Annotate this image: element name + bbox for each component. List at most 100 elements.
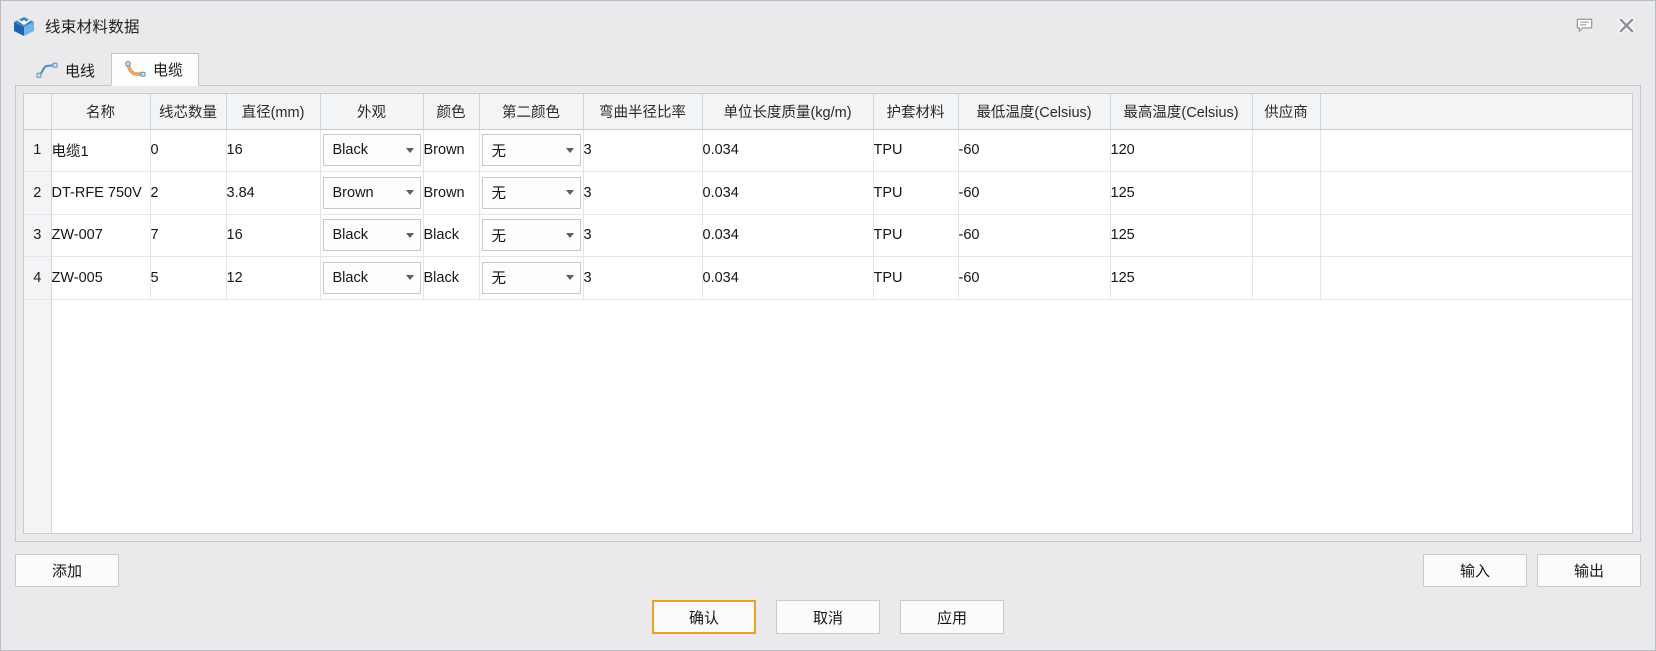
table-row[interactable]: 2 DT-RFE 750V 2 3.84 Brown Brown 无 3 0.0… (24, 171, 1632, 215)
cell-supplier[interactable] (1252, 256, 1321, 300)
column-header-supplier[interactable]: 供应商 (1252, 94, 1321, 130)
cell-color[interactable]: Black (423, 214, 480, 257)
appearance-dropdown[interactable]: Black (322, 261, 421, 294)
column-header-appearance[interactable]: 外观 (320, 94, 424, 130)
cell-jacket-material[interactable]: TPU (873, 256, 959, 300)
column-header-bend-radius-ratio[interactable]: 弯曲半径比率 (583, 94, 703, 130)
cell-core-count[interactable]: 0 (150, 129, 227, 172)
chevron-down-icon (405, 232, 414, 238)
cell-min-temp[interactable]: -60 (958, 171, 1111, 215)
cell-diameter[interactable]: 12 (226, 256, 321, 300)
wire-icon (36, 61, 58, 79)
export-button[interactable]: 输出 (1537, 553, 1641, 587)
cell-name[interactable]: 电缆1 (51, 129, 151, 172)
cell-max-temp[interactable]: 125 (1110, 214, 1253, 257)
grid-empty-area[interactable] (24, 299, 1632, 533)
second-color-dropdown[interactable]: 无 (481, 176, 581, 209)
cell-appearance[interactable]: Black (320, 214, 424, 257)
cell-jacket-material[interactable]: TPU (873, 129, 959, 172)
close-icon[interactable] (1611, 11, 1641, 41)
column-header-diameter[interactable]: 直径(mm) (226, 94, 321, 130)
cell-filler (1320, 171, 1632, 215)
chevron-down-icon (565, 190, 574, 196)
table-row[interactable]: 4 ZW-005 5 12 Black Black 无 3 0.034 TPU … (24, 256, 1632, 300)
cable-icon (124, 60, 146, 79)
cell-min-temp[interactable]: -60 (958, 256, 1111, 300)
column-header-core-count[interactable]: 线芯数量 (150, 94, 227, 130)
table-row[interactable]: 1 电缆1 0 16 Black Brown 无 3 0.034 TPU -60… (24, 129, 1632, 172)
column-header-max-temp[interactable]: 最高温度(Celsius) (1110, 94, 1253, 130)
add-button[interactable]: 添加 (15, 553, 119, 587)
cell-supplier[interactable] (1252, 129, 1321, 172)
cell-min-temp[interactable]: -60 (958, 214, 1111, 257)
appearance-dropdown[interactable]: Black (322, 134, 421, 167)
cell-core-count[interactable]: 7 (150, 214, 227, 257)
appearance-value: Black (332, 227, 368, 244)
tab-wire[interactable]: 电线 (23, 53, 111, 86)
cell-jacket-material[interactable]: TPU (873, 214, 959, 257)
appearance-value: Black (332, 142, 368, 159)
cell-diameter[interactable]: 16 (226, 214, 321, 257)
cell-name[interactable]: ZW-007 (51, 214, 151, 257)
column-header-second-color[interactable]: 第二颜色 (479, 94, 584, 130)
appearance-dropdown[interactable]: Black (322, 219, 421, 252)
chevron-down-icon (405, 275, 414, 281)
cell-diameter[interactable]: 16 (226, 129, 321, 172)
chevron-down-icon (565, 275, 574, 281)
confirm-button[interactable]: 确认 (652, 600, 756, 634)
import-button[interactable]: 输入 (1423, 553, 1527, 587)
cell-bend-radius-ratio[interactable]: 3 (583, 171, 703, 215)
cell-mass-per-length[interactable]: 0.034 (702, 129, 874, 172)
column-header-name[interactable]: 名称 (51, 94, 151, 130)
cell-second-color[interactable]: 无 (479, 256, 584, 300)
cell-name[interactable]: DT-RFE 750V (51, 171, 151, 215)
cell-second-color[interactable]: 无 (479, 214, 584, 257)
cell-appearance[interactable]: Black (320, 129, 424, 172)
cell-supplier[interactable] (1252, 214, 1321, 257)
cell-bend-radius-ratio[interactable]: 3 (583, 214, 703, 257)
cell-max-temp[interactable]: 125 (1110, 256, 1253, 300)
footer-bar: 添加 输入 输出 (1, 542, 1655, 598)
second-color-dropdown[interactable]: 无 (481, 134, 581, 167)
comment-icon[interactable] (1569, 11, 1599, 41)
cell-bend-radius-ratio[interactable]: 3 (583, 256, 703, 300)
cell-name[interactable]: ZW-005 (51, 256, 151, 300)
title-bar: 线束材料数据 (1, 1, 1655, 50)
column-header-color[interactable]: 颜色 (423, 94, 480, 130)
cell-second-color[interactable]: 无 (479, 171, 584, 215)
cell-jacket-material[interactable]: TPU (873, 171, 959, 215)
cell-max-temp[interactable]: 120 (1110, 129, 1253, 172)
column-header-min-temp[interactable]: 最低温度(Celsius) (958, 94, 1111, 130)
column-header-mass-per-length[interactable]: 单位长度质量(kg/m) (702, 94, 874, 130)
cell-color[interactable]: Black (423, 256, 480, 300)
cell-color[interactable]: Brown (423, 171, 480, 215)
cell-min-temp[interactable]: -60 (958, 129, 1111, 172)
cell-mass-per-length[interactable]: 0.034 (702, 256, 874, 300)
cell-core-count[interactable]: 2 (150, 171, 227, 215)
cell-core-count[interactable]: 5 (150, 256, 227, 300)
cell-supplier[interactable] (1252, 171, 1321, 215)
column-header-filler (1320, 94, 1632, 130)
appearance-value: Brown (332, 184, 374, 201)
second-color-dropdown[interactable]: 无 (481, 261, 581, 294)
action-bar: 确认 取消 应用 (1, 598, 1655, 650)
cell-bend-radius-ratio[interactable]: 3 (583, 129, 703, 172)
cell-appearance[interactable]: Brown (320, 171, 424, 215)
cancel-button[interactable]: 取消 (776, 600, 880, 634)
cell-diameter[interactable]: 3.84 (226, 171, 321, 215)
appearance-dropdown[interactable]: Brown (322, 176, 421, 209)
apply-button[interactable]: 应用 (900, 600, 1004, 634)
cell-color[interactable]: Brown (423, 129, 480, 172)
row-number: 1 (24, 129, 52, 172)
tab-cable[interactable]: 电缆 (111, 53, 200, 86)
cell-second-color[interactable]: 无 (479, 129, 584, 172)
cell-max-temp[interactable]: 125 (1110, 171, 1253, 215)
cell-mass-per-length[interactable]: 0.034 (702, 171, 874, 215)
table-row[interactable]: 3 ZW-007 7 16 Black Black 无 3 0.034 TPU … (24, 214, 1632, 257)
column-header-jacket-material[interactable]: 护套材料 (873, 94, 959, 130)
grid-corner (24, 94, 52, 130)
cable-data-grid: 名称 线芯数量 直径(mm) 外观 颜色 第二颜色 弯曲半径比率 单位长度质量(… (23, 93, 1633, 534)
second-color-dropdown[interactable]: 无 (481, 219, 581, 252)
cell-appearance[interactable]: Black (320, 256, 424, 300)
cell-mass-per-length[interactable]: 0.034 (702, 214, 874, 257)
